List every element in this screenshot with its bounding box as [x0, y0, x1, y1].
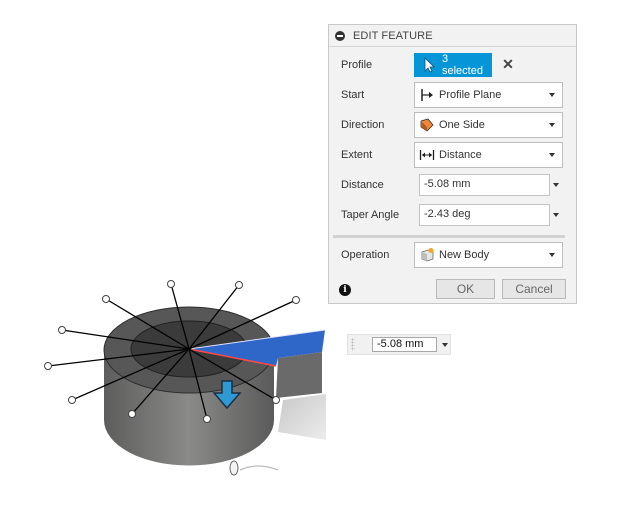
extent-label: Extent — [341, 149, 373, 161]
ok-button[interactable]: OK — [436, 279, 495, 299]
start-select[interactable]: Profile Plane — [414, 82, 563, 108]
distance-input[interactable]: -5.08 mm — [419, 174, 550, 196]
operation-value: New Body — [439, 249, 490, 261]
dimension-dropdown-icon[interactable] — [442, 343, 448, 347]
profile-value: 3 selected — [441, 53, 483, 77]
dimension-input-box: -5.08 mm — [347, 334, 451, 355]
taper-angle-row: Taper Angle -2.43 deg — [329, 202, 576, 228]
edit-feature-dialog: EDIT FEATURE Profile 3 selected ✕ Start … — [328, 24, 577, 304]
taper-angle-input[interactable]: -2.43 deg — [419, 204, 550, 226]
info-icon[interactable]: i — [339, 284, 351, 296]
new-body-icon — [421, 248, 434, 262]
direction-select[interactable]: One Side — [414, 112, 563, 138]
operation-label: Operation — [341, 249, 390, 261]
distance-row: Distance -5.08 mm — [329, 172, 576, 198]
taper-angle-label: Taper Angle — [341, 209, 400, 221]
extent-row: Extent Distance — [329, 142, 576, 168]
extent-select[interactable]: Distance — [414, 142, 563, 168]
cursor-arrow-icon — [424, 57, 435, 73]
collapse-icon[interactable] — [335, 30, 345, 41]
profile-label: Profile — [341, 59, 373, 71]
start-value: Profile Plane — [439, 89, 502, 101]
operation-row: Operation New Body — [329, 242, 576, 268]
distance-icon — [419, 150, 435, 160]
section-divider — [333, 235, 565, 238]
direction-row: Direction One Side — [329, 112, 576, 138]
cancel-button[interactable]: Cancel — [502, 279, 566, 299]
taper-angle-dropdown-icon[interactable] — [553, 213, 559, 217]
chevron-down-icon — [549, 153, 555, 157]
wedge-side — [276, 352, 322, 398]
dimension-input[interactable]: -5.08 mm — [372, 337, 437, 352]
profile-selection-button[interactable]: 3 selected — [414, 53, 492, 77]
angle-dial-handle[interactable] — [229, 460, 279, 476]
cylinder-body[interactable] — [103, 306, 275, 466]
one-side-icon — [420, 118, 434, 132]
dialog-title: EDIT FEATURE — [353, 29, 433, 42]
clear-selection-icon[interactable]: ✕ — [501, 57, 515, 71]
extent-value: Distance — [439, 149, 482, 161]
chevron-down-icon — [549, 93, 555, 97]
drag-grip[interactable] — [351, 338, 355, 351]
chevron-down-icon — [549, 123, 555, 127]
chevron-down-icon — [549, 253, 555, 257]
distance-dropdown-icon[interactable] — [553, 183, 559, 187]
start-row: Start Profile Plane — [329, 82, 576, 108]
direction-label: Direction — [341, 119, 385, 131]
dialog-header[interactable]: EDIT FEATURE — [329, 25, 576, 47]
distance-label: Distance — [341, 179, 384, 191]
ground-shadow — [278, 394, 326, 440]
operation-select[interactable]: New Body — [414, 242, 563, 268]
start-label: Start — [341, 89, 365, 101]
direction-value: One Side — [439, 119, 485, 131]
profile-row: Profile 3 selected ✕ — [329, 52, 576, 78]
profile-plane-icon — [421, 89, 433, 101]
